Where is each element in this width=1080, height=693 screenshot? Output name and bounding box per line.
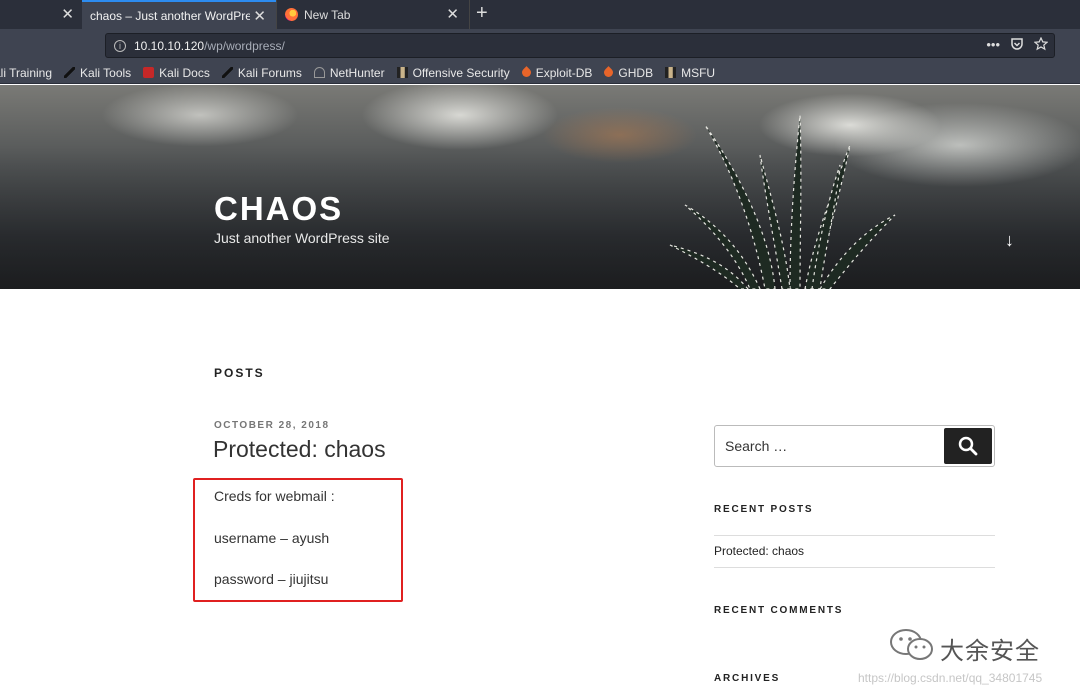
info-icon[interactable]: i xyxy=(114,39,126,52)
divider xyxy=(714,567,995,568)
bookmark-label: Offensive Security xyxy=(412,65,510,80)
tab-chaos[interactable]: chaos – Just another WordPress site ✕ xyxy=(82,0,276,29)
bookmark-kali-forums[interactable]: Kali Forums xyxy=(221,65,302,80)
tab-new-tab[interactable]: New Tab ✕ xyxy=(276,0,470,29)
exploitdb-icon xyxy=(602,66,616,79)
bookmark-label: GHDB xyxy=(618,65,654,80)
site-description: Just another WordPress site xyxy=(214,230,390,246)
search-icon xyxy=(958,436,978,456)
url-bar[interactable]: i 10.10.10.120 /wp/wordpress/ ••• xyxy=(105,33,1055,58)
kali-docs-icon xyxy=(143,67,155,78)
header-hero-image: CHAOS Just another WordPress site ↓ xyxy=(0,85,1080,289)
watermark-brand: 大余安全 xyxy=(940,638,1040,665)
offsec-icon xyxy=(665,67,677,78)
close-tab-icon[interactable]: ✕ xyxy=(61,5,74,23)
bookmark-offensive-security[interactable]: Offensive Security xyxy=(396,65,510,80)
recent-post-link[interactable]: Protected: chaos xyxy=(714,544,804,558)
bookmark-label: MSFU xyxy=(681,65,716,80)
kali-dragon-icon xyxy=(64,67,76,78)
bookmark-label: Kali Docs xyxy=(159,65,210,80)
url-actions: ••• xyxy=(986,37,1048,52)
bookmark-label: NetHunter xyxy=(329,65,385,80)
bookmark-nethunter[interactable]: NetHunter xyxy=(313,65,385,80)
star-icon[interactable] xyxy=(1034,37,1048,51)
url-host: 10.10.10.120 xyxy=(134,38,205,53)
post-date[interactable]: OCTOBER 28, 2018 xyxy=(214,420,330,431)
search-button[interactable] xyxy=(944,428,992,464)
wechat-logo-icon xyxy=(890,629,933,660)
plant-illustration xyxy=(669,114,896,289)
exploitdb-icon xyxy=(519,66,533,79)
bookmark-msfu[interactable]: MSFU xyxy=(665,66,715,80)
highlight-annotation-box xyxy=(193,478,403,602)
search-placeholder: Search … xyxy=(725,438,788,454)
close-tab-icon[interactable]: ✕ xyxy=(253,7,266,25)
archives-title: ARCHIVES xyxy=(714,673,781,684)
tab-label: chaos – Just another WordPress site xyxy=(90,8,250,23)
recent-posts-title: RECENT POSTS xyxy=(714,504,814,515)
url-path: /wp/wordpress/ xyxy=(204,38,285,53)
offsec-icon xyxy=(396,67,408,78)
page-actions-icon[interactable]: ••• xyxy=(986,37,1000,52)
kali-dragon-icon xyxy=(221,67,233,78)
tab-label: New Tab xyxy=(304,7,351,22)
scroll-down-icon[interactable]: ↓ xyxy=(1005,230,1014,251)
watermark-url: https://blog.csdn.net/qq_34801745 xyxy=(858,671,1043,685)
bookmark-ghdb[interactable]: GHDB xyxy=(602,65,654,80)
divider xyxy=(714,535,995,536)
post-title[interactable]: Protected: chaos xyxy=(213,436,386,463)
nav-bar: i 10.10.10.120 /wp/wordpress/ ••• xyxy=(0,29,1080,62)
firefox-icon xyxy=(285,8,298,21)
pocket-icon[interactable] xyxy=(1010,37,1024,51)
close-tab-icon[interactable]: ✕ xyxy=(446,5,459,23)
bookmark-label: Exploit-DB xyxy=(535,65,593,80)
recent-comments-title: RECENT COMMENTS xyxy=(714,605,844,616)
bookmark-label: Kali Tools xyxy=(80,65,132,80)
bookmark-exploit-db[interactable]: Exploit-DB xyxy=(519,65,593,80)
bookmark-kali-tools[interactable]: Kali Tools xyxy=(64,66,131,80)
tab-bar: ✕ chaos – Just another WordPress site ✕ … xyxy=(0,0,1080,29)
posts-heading: POSTS xyxy=(214,366,265,380)
site-title[interactable]: CHAOS xyxy=(214,190,343,228)
bookmarks-bar: ali Training Kali Tools Kali Docs Kali F… xyxy=(0,62,1080,84)
tab-previous[interactable]: ✕ xyxy=(0,0,82,29)
search-input[interactable]: Search … xyxy=(714,425,995,467)
bookmark-label: ali Training xyxy=(0,65,53,80)
nethunter-icon xyxy=(313,67,325,78)
bookmark-kali-docs[interactable]: Kali Docs xyxy=(143,66,210,80)
new-tab-button[interactable]: + xyxy=(476,2,488,25)
bookmark-label: Kali Forums xyxy=(237,65,302,80)
bookmark-kali-training[interactable]: ali Training xyxy=(0,66,52,80)
